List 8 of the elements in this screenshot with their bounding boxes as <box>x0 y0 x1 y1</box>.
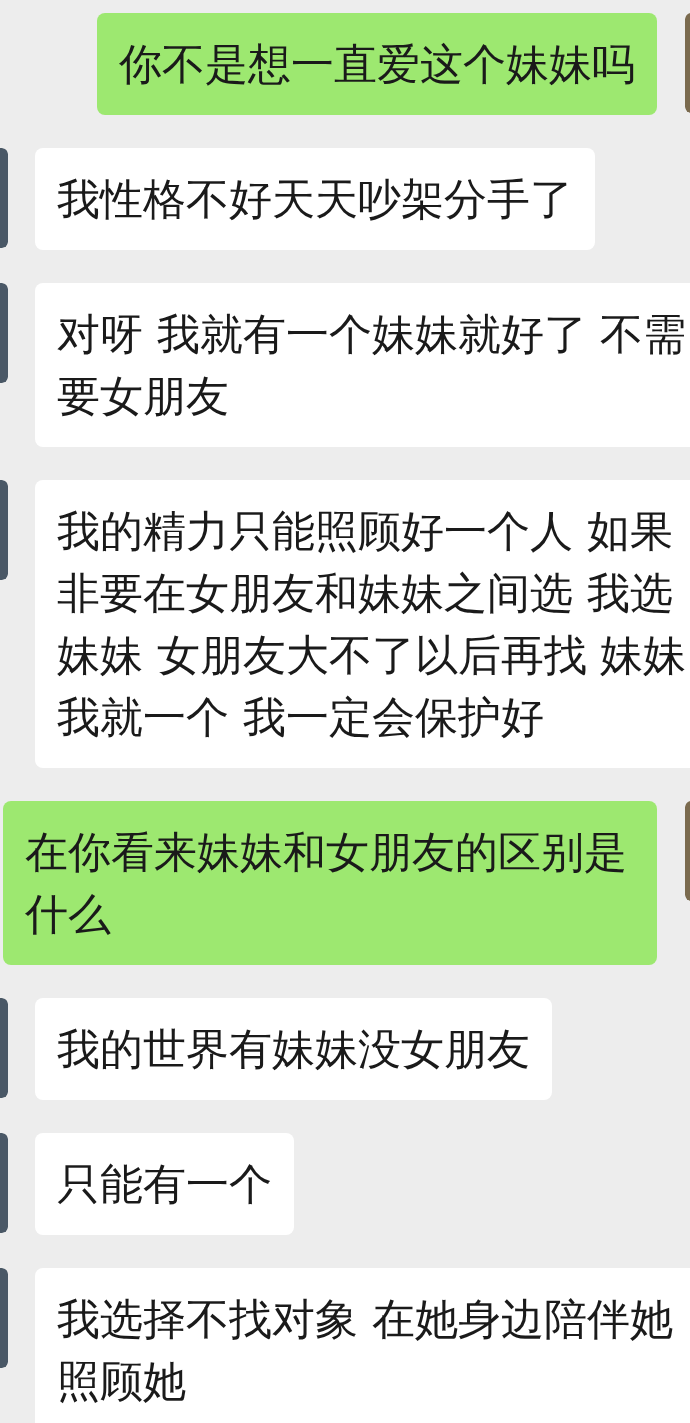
message-bubble: 你不是想一直爱这个妹妹吗 <box>97 13 657 115</box>
message-bubble: 我性格不好天天吵架分手了 <box>35 148 595 250</box>
message-bubble: 只能有一个 <box>35 1133 294 1235</box>
message-bubble: 对呀 我就有一个妹妹就好了 不需要女朋友 <box>35 283 690 447</box>
message-bubble: 我选择不找对象 在她身边陪伴她照顾她 <box>35 1268 690 1423</box>
message-bubble: 我的世界有妹妹没女朋友 <box>35 998 552 1100</box>
message-bubble: 我的精力只能照顾好一个人 如果非要在女朋友和妹妹之间选 我选妹妹 女朋友大不了以后再找 妹妹我就一个 我一定会保护好 <box>35 480 690 768</box>
message-bubble: 在你看来妹妹和女朋友的区别是什么 <box>3 801 657 965</box>
